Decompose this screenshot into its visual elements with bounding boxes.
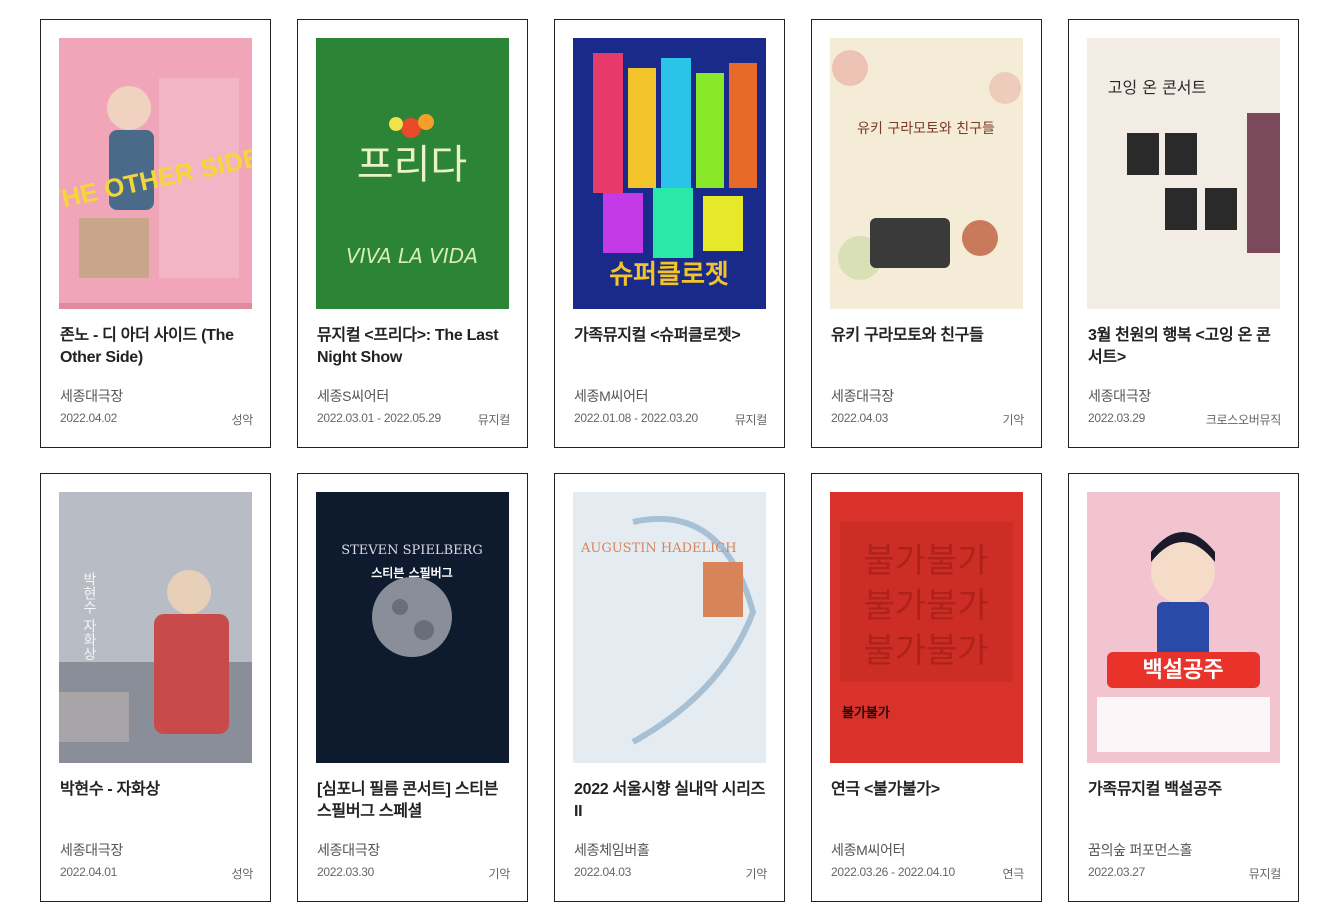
event-date: 2022.04.01: [60, 865, 118, 879]
event-poster[interactable]: 백설공주: [1087, 492, 1280, 763]
event-poster[interactable]: 슈퍼클로젯: [573, 38, 766, 309]
event-poster[interactable]: 프리다 VIVA LA VIDA: [316, 38, 509, 309]
event-venue: 세종M씨어터: [574, 388, 649, 404]
event-poster[interactable]: 박현수 자화상: [59, 492, 252, 763]
event-genre: 기악: [488, 867, 511, 881]
event-date: 2022.03.29: [1088, 411, 1146, 425]
event-grid: THE OTHER SIDE 존노 - 디 아더 사이드 (The Other …: [40, 19, 1299, 902]
poster-text: 백설공주: [1143, 658, 1224, 683]
poster-image: AUGUSTIN HADELICH: [573, 492, 766, 763]
poster-text: STEVEN SPIELBERG: [341, 543, 483, 558]
poster-text: 유키 구라모토와 친구들: [857, 121, 995, 137]
svg-text:불가불가: 불가불가: [863, 631, 988, 671]
event-poster[interactable]: THE OTHER SIDE: [59, 38, 252, 309]
event-date: 2022.04.02: [60, 411, 118, 425]
svg-text:불가불가: 불가불가: [863, 541, 988, 581]
event-genre: 성악: [231, 867, 254, 881]
poster-image: 불가불가 불가불가 불가불가 불가불가: [830, 492, 1023, 763]
event-card[interactable]: 슈퍼클로젯 가족뮤지컬 <슈퍼클로젯> 세종M씨어터 2022.01.08 - …: [554, 19, 785, 448]
event-date: 2022.01.08 - 2022.03.20: [574, 411, 698, 425]
svg-text:불가불가: 불가불가: [863, 586, 988, 626]
event-venue: 세종대극장: [1088, 388, 1151, 404]
event-venue: 세종M씨어터: [831, 842, 906, 858]
event-card[interactable]: 박현수 자화상 박현수 - 자화상 세종대극장 2022.04.01 성악: [40, 473, 271, 902]
event-genre: 기악: [1002, 413, 1025, 427]
event-title[interactable]: 박현수 - 자화상: [60, 779, 254, 801]
event-date: 2022.04.03: [831, 411, 889, 425]
event-date: 2022.03.01 - 2022.05.29: [317, 411, 441, 425]
poster-text: 박현수 자화상: [81, 572, 97, 661]
event-genre: 크로스오버뮤직: [1205, 413, 1281, 427]
poster-image: 슈퍼클로젯: [573, 38, 766, 309]
event-card[interactable]: AUGUSTIN HADELICH 2022 서울시향 실내악 시리즈 II 세…: [554, 473, 785, 902]
poster-text: 불가불가: [842, 706, 890, 721]
event-card[interactable]: STEVEN SPIELBERG 스티븐 스필버그 [심포니 필름 콘서트] 스…: [297, 473, 528, 902]
event-title[interactable]: 존노 - 디 아더 사이드 (The Other Side): [60, 325, 254, 369]
poster-text: 고잉 온 콘서트: [1108, 78, 1207, 97]
event-genre: 뮤지컬: [1248, 867, 1282, 881]
event-date: 2022.03.26 - 2022.04.10: [831, 865, 955, 879]
event-card[interactable]: 불가불가 불가불가 불가불가 불가불가 연극 <불가불가> 세종M씨어터 202…: [811, 473, 1042, 902]
event-date: 2022.03.27: [1088, 865, 1146, 879]
event-venue: 세종대극장: [60, 388, 123, 404]
event-poster[interactable]: 고잉 온 콘서트: [1087, 38, 1280, 309]
poster-image: 프리다 VIVA LA VIDA: [316, 38, 509, 309]
event-genre: 연극: [1002, 867, 1025, 881]
event-genre: 기악: [745, 867, 768, 881]
event-venue: 꿈의숲 퍼포먼스홀: [1088, 842, 1193, 858]
event-title[interactable]: 3월 천원의 행복 <고잉 온 콘서트>: [1088, 325, 1282, 369]
event-card[interactable]: 백설공주 가족뮤지컬 백설공주 꿈의숲 퍼포먼스홀 2022.03.27 뮤지컬: [1068, 473, 1299, 902]
event-title[interactable]: 2022 서울시향 실내악 시리즈 II: [574, 779, 768, 823]
event-title[interactable]: [심포니 필름 콘서트] 스티븐 스필버그 스페셜: [317, 779, 511, 823]
event-venue: 세종체임버홀: [574, 842, 650, 858]
event-title[interactable]: 유키 구라모토와 친구들: [831, 325, 1025, 347]
event-card[interactable]: 고잉 온 콘서트 3월 천원의 행복 <고잉 온 콘서트> 세종대극장 2022…: [1068, 19, 1299, 448]
event-poster[interactable]: 유키 구라모토와 친구들: [830, 38, 1023, 309]
event-title[interactable]: 연극 <불가불가>: [831, 779, 1025, 801]
event-title[interactable]: 가족뮤지컬 <슈퍼클로젯>: [574, 325, 768, 347]
event-date: 2022.04.03: [574, 865, 632, 879]
event-poster[interactable]: AUGUSTIN HADELICH: [573, 492, 766, 763]
event-genre: 뮤지컬: [734, 413, 768, 427]
event-card[interactable]: 프리다 VIVA LA VIDA 뮤지컬 <프리다>: The Last Nig…: [297, 19, 528, 448]
event-venue: 세종대극장: [60, 842, 123, 858]
poster-image: 유키 구라모토와 친구들: [830, 38, 1023, 309]
poster-subtext: VIVA LA VIDA: [346, 244, 478, 268]
event-title[interactable]: 뮤지컬 <프리다>: The Last Night Show: [317, 325, 511, 369]
poster-image: STEVEN SPIELBERG 스티븐 스필버그: [316, 492, 509, 763]
poster-image: 백설공주: [1087, 492, 1280, 763]
event-venue: 세종대극장: [317, 842, 380, 858]
event-poster[interactable]: STEVEN SPIELBERG 스티븐 스필버그: [316, 492, 509, 763]
event-date: 2022.03.30: [317, 865, 375, 879]
event-title[interactable]: 가족뮤지컬 백설공주: [1088, 779, 1282, 801]
poster-image: 박현수 자화상: [59, 492, 252, 763]
event-venue: 세종S씨어터: [317, 388, 389, 404]
event-genre: 성악: [231, 413, 254, 427]
event-venue: 세종대극장: [831, 388, 894, 404]
event-card[interactable]: THE OTHER SIDE 존노 - 디 아더 사이드 (The Other …: [40, 19, 271, 448]
event-card[interactable]: 유키 구라모토와 친구들 유키 구라모토와 친구들 세종대극장 2022.04.…: [811, 19, 1042, 448]
poster-text: 프리다: [357, 142, 467, 188]
poster-text: 슈퍼클로젯: [609, 260, 729, 290]
event-genre: 뮤지컬: [477, 413, 511, 427]
poster-subtext: 스티븐 스필버그: [371, 565, 452, 580]
poster-text: AUGUSTIN HADELICH: [580, 541, 737, 556]
poster-image: THE OTHER SIDE: [59, 38, 252, 309]
event-poster[interactable]: 불가불가 불가불가 불가불가 불가불가: [830, 492, 1023, 763]
poster-image: 고잉 온 콘서트: [1087, 38, 1280, 309]
